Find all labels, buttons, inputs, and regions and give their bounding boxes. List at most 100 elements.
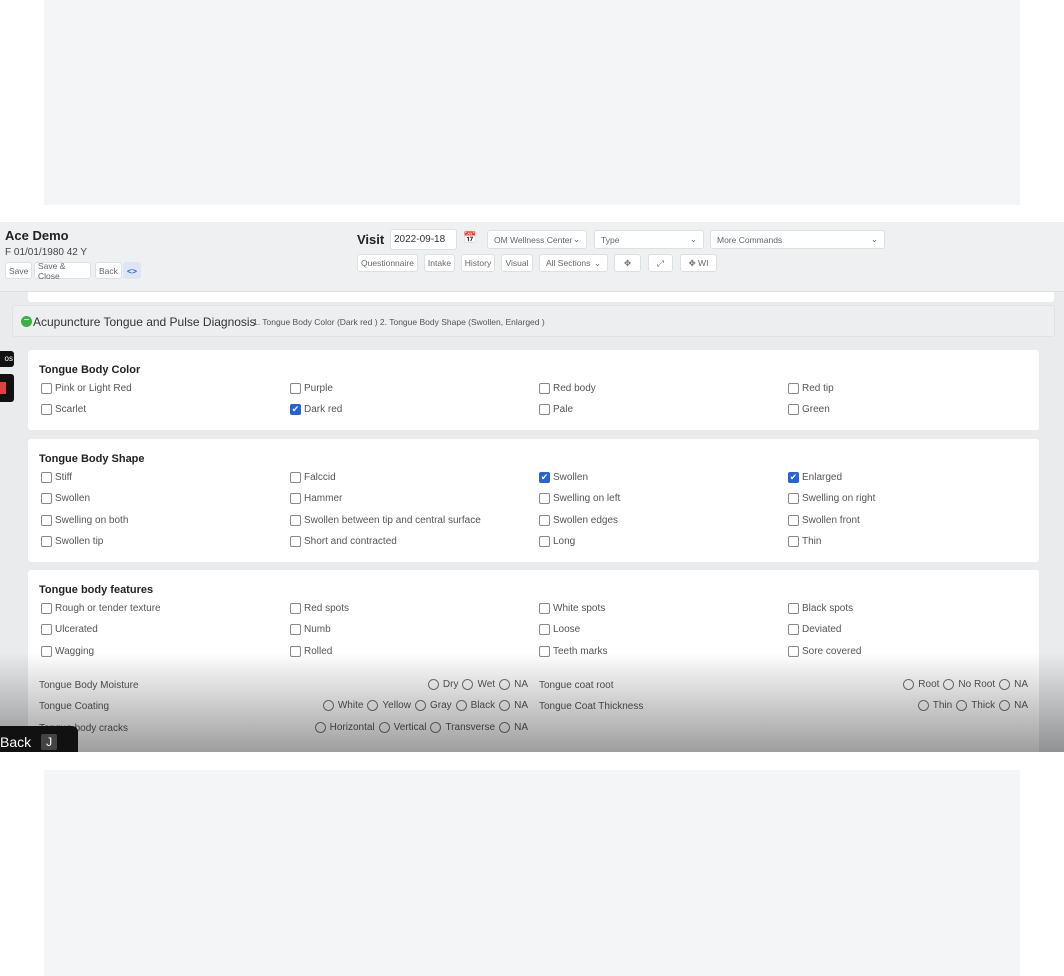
checkbox-icon[interactable]: [290, 472, 301, 483]
radio-button[interactable]: [999, 700, 1011, 712]
checkbox-item[interactable]: Short and contracted: [290, 536, 397, 548]
save-close-button[interactable]: Save & Close: [34, 261, 91, 281]
checkbox-item[interactable]: Wagging: [41, 645, 94, 657]
checkbox-item[interactable]: ✔ Dark red: [290, 404, 342, 416]
collapse-circle-icon[interactable]: −: [21, 316, 32, 327]
visual-button[interactable]: Visual: [501, 254, 533, 272]
radio-button[interactable]: [943, 679, 955, 690]
checkbox-icon[interactable]: [290, 514, 301, 526]
checkbox-icon[interactable]: [290, 645, 301, 657]
checkbox-icon[interactable]: [539, 603, 550, 614]
radio-button[interactable]: [462, 679, 474, 690]
checkbox-icon[interactable]: [788, 603, 799, 614]
checkbox-item[interactable]: Red body: [539, 383, 596, 394]
checkbox-item[interactable]: Purple: [290, 383, 333, 394]
visit-date-input[interactable]: 2022-09-18: [390, 229, 457, 250]
wi-button[interactable]: ✥ WI: [680, 254, 717, 272]
checkbox-icon[interactable]: [788, 383, 799, 394]
checkbox-item[interactable]: Ulcerated: [41, 624, 98, 636]
checkbox-icon[interactable]: [539, 624, 550, 636]
checkbox-icon[interactable]: [41, 536, 52, 548]
checkbox-icon[interactable]: [41, 404, 52, 416]
radio-button[interactable]: [917, 700, 929, 712]
checkbox-item[interactable]: Swollen edges: [539, 514, 618, 526]
checkbox-item[interactable]: Stiff: [41, 472, 72, 483]
code-arrows-icon[interactable]: <>: [123, 262, 141, 279]
checkbox-item[interactable]: Long: [539, 536, 575, 548]
radio-button[interactable]: [378, 721, 390, 733]
checkbox-icon[interactable]: [290, 603, 301, 614]
checkbox-item[interactable]: White spots: [539, 603, 605, 614]
checkbox-icon[interactable]: [788, 624, 799, 636]
radio-button[interactable]: [499, 721, 511, 733]
checkbox-item[interactable]: ✔ Swollen: [539, 472, 588, 483]
checkbox-item[interactable]: Swelling on left: [539, 493, 620, 505]
back-button[interactable]: Back: [95, 262, 122, 279]
checkbox-icon[interactable]: [788, 536, 799, 548]
intake-button[interactable]: Intake: [424, 254, 455, 272]
checkbox-icon[interactable]: [41, 493, 52, 505]
radio-button[interactable]: [956, 700, 968, 712]
checkbox-icon[interactable]: [539, 404, 550, 416]
collapse-icon[interactable]: ⤢: [648, 254, 673, 272]
checkbox-icon[interactable]: [290, 624, 301, 636]
checkbox-item[interactable]: Falccid: [290, 472, 336, 483]
checkbox-icon[interactable]: [290, 493, 301, 505]
checkbox-item[interactable]: Numb: [290, 624, 331, 636]
checkbox-icon[interactable]: [788, 645, 799, 657]
checkbox-item[interactable]: Swollen tip: [41, 536, 103, 548]
checkbox-item[interactable]: Red tip: [788, 383, 834, 394]
location-select[interactable]: OM Wellness Center ⌄: [487, 230, 587, 249]
checkbox-item[interactable]: Swollen between tip and central surface: [290, 514, 481, 526]
radio-button[interactable]: [499, 700, 511, 712]
checkbox-item[interactable]: Scarlet: [41, 404, 86, 416]
back-overlay-button[interactable]: Back J: [0, 726, 78, 752]
checkbox-icon[interactable]: [41, 603, 52, 614]
radio-button[interactable]: [367, 700, 379, 712]
checkbox-item[interactable]: Rough or tender texture: [41, 603, 161, 614]
checkbox-item[interactable]: ✔ Enlarged: [788, 472, 842, 483]
checkbox-item[interactable]: Deviated: [788, 624, 841, 636]
checkbox-icon[interactable]: [41, 514, 52, 526]
checkbox-icon[interactable]: [539, 514, 550, 526]
checkbox-icon[interactable]: [788, 404, 799, 416]
sections-select[interactable]: All Sections ⌄: [539, 254, 608, 272]
radio-button[interactable]: [314, 721, 326, 733]
questionnaire-button[interactable]: Questionnaire: [357, 254, 418, 272]
radio-button[interactable]: [414, 700, 426, 712]
checkbox-icon[interactable]: [290, 536, 301, 548]
checkbox-icon[interactable]: [788, 493, 799, 505]
radio-button[interactable]: [499, 679, 511, 690]
checkbox-item[interactable]: Hammer: [290, 493, 342, 505]
save-button[interactable]: Save: [5, 262, 33, 279]
checkbox-item[interactable]: Red spots: [290, 603, 349, 614]
type-select[interactable]: Type ⌄: [594, 230, 704, 249]
checkbox-icon[interactable]: [41, 472, 52, 483]
checkbox-item[interactable]: Thin: [788, 536, 821, 548]
section-header[interactable]: − Acupuncture Tongue and Pulse Diagnosis…: [12, 305, 1055, 337]
checkbox-icon[interactable]: [41, 645, 52, 657]
checkbox-item[interactable]: Swelling on both: [41, 514, 128, 526]
radio-button[interactable]: [430, 721, 442, 733]
checkbox-item[interactable]: Teeth marks: [539, 645, 607, 657]
checkbox-checked-icon[interactable]: ✔: [290, 404, 301, 416]
checkbox-item[interactable]: Loose: [539, 624, 580, 636]
history-button[interactable]: History: [461, 254, 495, 272]
calendar-icon[interactable]: 📅: [463, 231, 477, 244]
checkbox-checked-icon[interactable]: ✔: [539, 472, 550, 483]
checkbox-item[interactable]: Pink or Light Red: [41, 383, 132, 394]
checkbox-item[interactable]: Green: [788, 404, 830, 416]
checkbox-icon[interactable]: [788, 514, 799, 526]
checkbox-icon[interactable]: [41, 624, 52, 636]
checkbox-checked-icon[interactable]: ✔: [788, 472, 799, 483]
checkbox-icon[interactable]: [290, 383, 301, 394]
side-tag[interactable]: os: [0, 351, 14, 367]
checkbox-item[interactable]: Rolled: [290, 645, 332, 657]
radio-button[interactable]: [999, 679, 1011, 690]
checkbox-icon[interactable]: [539, 536, 550, 548]
checkbox-item[interactable]: Swollen: [41, 493, 90, 505]
checkbox-item[interactable]: Sore covered: [788, 645, 861, 657]
checkbox-icon[interactable]: [539, 493, 550, 505]
radio-button[interactable]: [322, 700, 334, 712]
expand-icon[interactable]: ✥: [614, 254, 641, 272]
